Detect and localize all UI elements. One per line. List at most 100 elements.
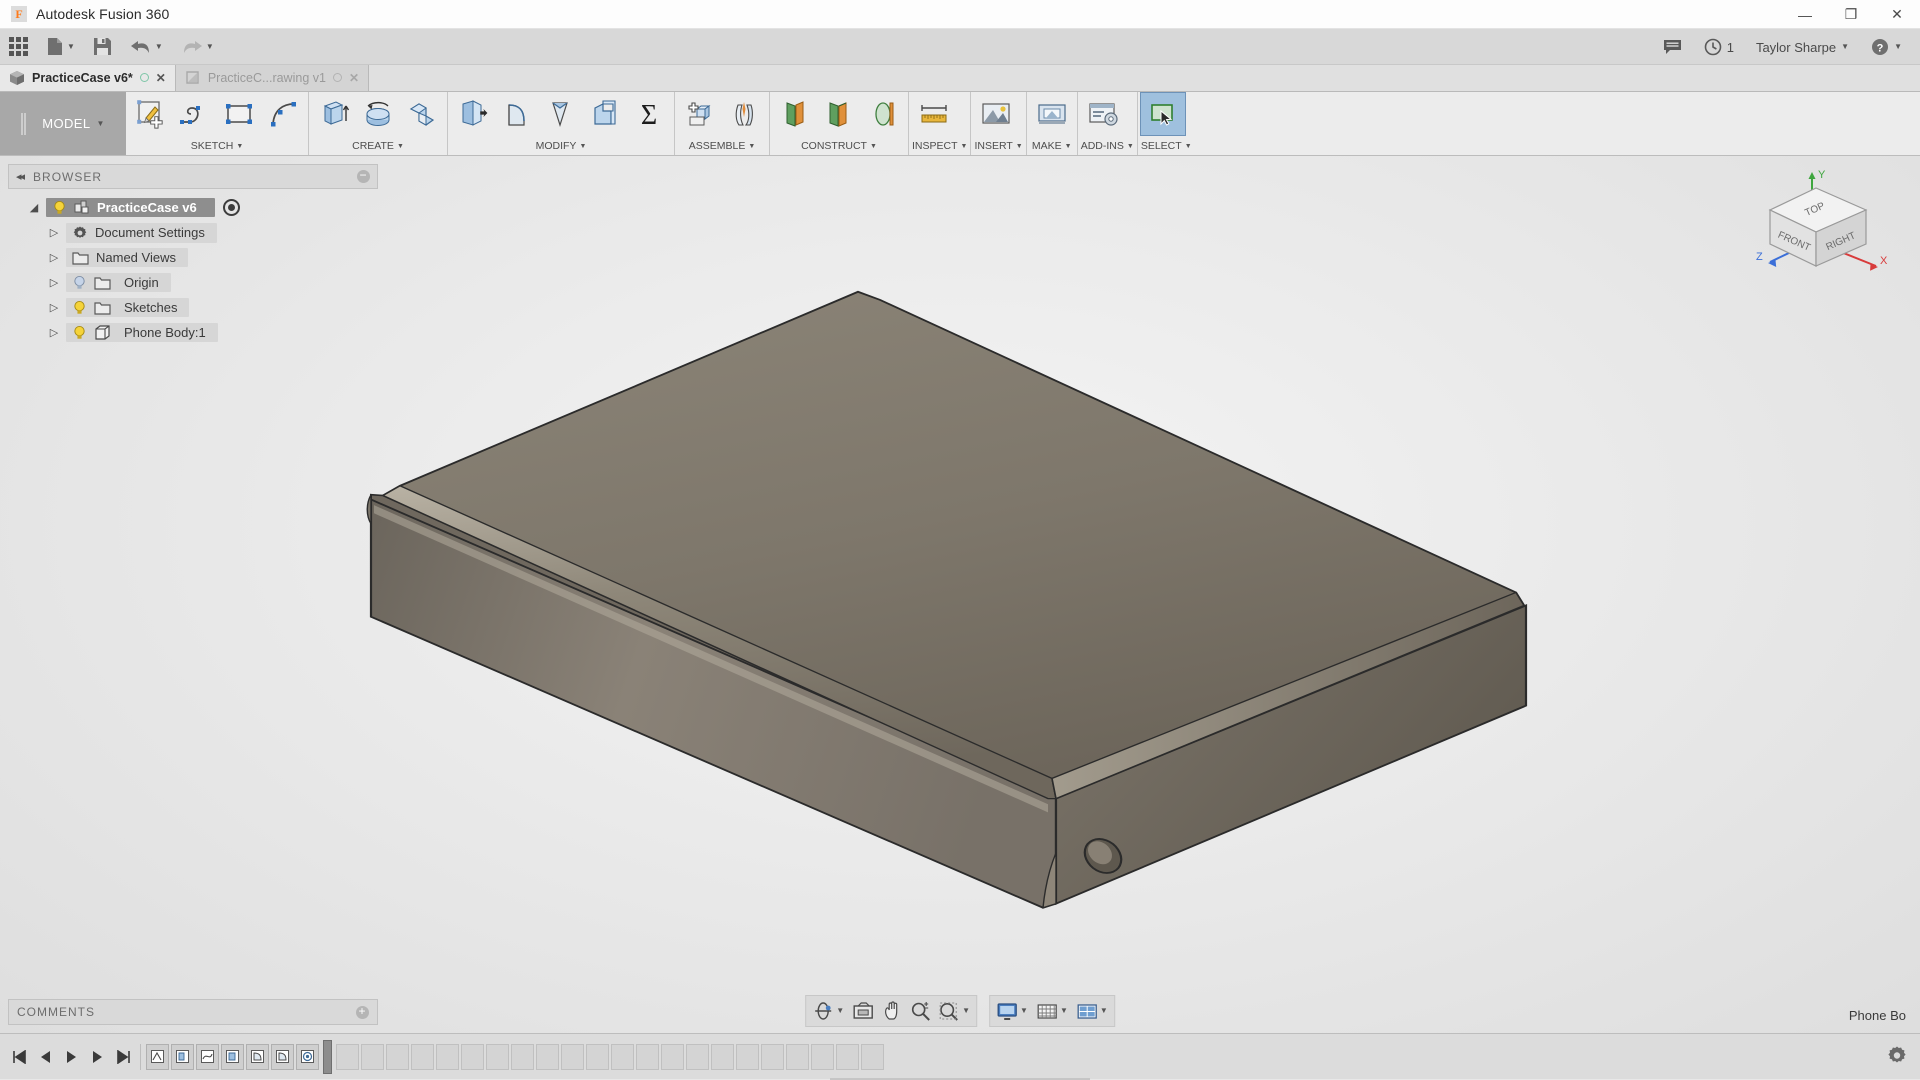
revolve-icon[interactable] xyxy=(356,93,400,135)
shell-icon[interactable] xyxy=(583,93,627,135)
notifications-button[interactable] xyxy=(1653,33,1692,61)
timeline-slot[interactable] xyxy=(761,1043,784,1070)
timeline-settings-button[interactable] xyxy=(1886,1044,1908,1069)
light-bulb-on-icon[interactable] xyxy=(72,300,87,315)
play-icon[interactable] xyxy=(58,1042,84,1072)
timeline-marker[interactable] xyxy=(323,1039,332,1074)
tree-chip[interactable]: Phone Body:1 xyxy=(66,323,218,342)
redo-button[interactable]: ▼ xyxy=(172,29,223,65)
document-tab-model[interactable]: PracticeCase v6* ✕ xyxy=(0,64,176,91)
timeline-feature-extrude-2[interactable] xyxy=(221,1043,244,1070)
ribbon-group-label-create[interactable]: CREATE ▼ xyxy=(312,140,444,155)
ribbon-group-label-assemble[interactable]: ASSEMBLE ▼ xyxy=(678,140,766,155)
arc-icon[interactable] xyxy=(261,93,305,135)
extrude-icon[interactable] xyxy=(312,93,356,135)
timeline-slot[interactable] xyxy=(586,1043,609,1070)
app-grid-button[interactable] xyxy=(0,29,37,65)
tree-chip[interactable]: Origin xyxy=(66,273,171,292)
timeline-feature-shell[interactable] xyxy=(296,1043,319,1070)
close-button[interactable]: ✕ xyxy=(1874,0,1920,29)
view-cube[interactable]: Y Z X TOP FRONT RIGHT xyxy=(1750,166,1890,286)
tree-row-document-settings[interactable]: ▷ Document Settings xyxy=(8,220,378,245)
timeline-slot[interactable] xyxy=(686,1043,709,1070)
insert-mesh-icon[interactable] xyxy=(974,93,1018,135)
user-menu-button[interactable]: Taylor Sharpe ▼ xyxy=(1746,33,1859,61)
timeline-slot[interactable] xyxy=(361,1043,384,1070)
ribbon-group-label-make[interactable]: MAKE ▼ xyxy=(1030,140,1074,155)
timeline-slot[interactable] xyxy=(436,1043,459,1070)
tab-close-icon[interactable]: ✕ xyxy=(156,71,166,85)
timeline-slot[interactable] xyxy=(561,1043,584,1070)
plane-at-angle-icon[interactable] xyxy=(817,93,861,135)
combine-icon[interactable]: Σ xyxy=(627,93,671,135)
timeline-slot[interactable] xyxy=(386,1043,409,1070)
display-settings-button[interactable]: ▼ xyxy=(992,998,1032,1024)
ribbon-group-label-addins[interactable]: ADD-INS ▼ xyxy=(1081,140,1134,155)
step-back-icon[interactable] xyxy=(32,1042,58,1072)
timeline-feature-sketch-2[interactable] xyxy=(196,1043,219,1070)
timeline-slot[interactable] xyxy=(511,1043,534,1070)
component-visibility-toggle[interactable] xyxy=(222,199,240,216)
chamfer-icon[interactable] xyxy=(539,93,583,135)
tree-row-named-views[interactable]: ▷ Named Views xyxy=(8,245,378,270)
timeline-feature-fillet[interactable] xyxy=(246,1043,269,1070)
step-forward-icon[interactable] xyxy=(84,1042,110,1072)
tree-row-phone-body[interactable]: ▷ Phone Body:1 xyxy=(8,320,378,345)
timeline-slot[interactable] xyxy=(786,1043,809,1070)
minimize-button[interactable]: — xyxy=(1782,0,1828,29)
timeline-slot[interactable] xyxy=(611,1043,634,1070)
expand-twisty-icon[interactable]: ▷ xyxy=(42,301,66,314)
joint-icon[interactable] xyxy=(722,93,766,135)
ribbon-group-label-insert[interactable]: INSERT ▼ xyxy=(974,140,1022,155)
tree-chip[interactable]: Named Views xyxy=(66,248,188,267)
light-bulb-off-icon[interactable] xyxy=(72,275,87,290)
expand-twisty-icon[interactable]: ▷ xyxy=(42,276,66,289)
expand-twisty-icon[interactable]: ◢ xyxy=(22,201,46,214)
timeline-slot[interactable] xyxy=(411,1043,434,1070)
timeline-feature-extrude[interactable] xyxy=(171,1043,194,1070)
help-menu-button[interactable]: ? ▼ xyxy=(1861,33,1912,61)
tab-close-icon[interactable]: ✕ xyxy=(349,71,359,85)
ribbon-group-label-inspect[interactable]: INSPECT ▼ xyxy=(912,140,967,155)
expand-twisty-icon[interactable]: ▷ xyxy=(42,326,66,339)
timeline-slot[interactable] xyxy=(736,1043,759,1070)
tree-chip[interactable]: PracticeCase v6 xyxy=(46,198,215,217)
timeline-slot[interactable] xyxy=(336,1043,359,1070)
timeline-slot[interactable] xyxy=(711,1043,734,1070)
maximize-button[interactable]: ❐ xyxy=(1828,0,1874,29)
plus-circle-icon[interactable]: + xyxy=(356,1005,369,1019)
grid-snap-button[interactable]: ▼ xyxy=(1032,998,1072,1024)
select-icon[interactable] xyxy=(1139,92,1186,136)
ribbon-group-label-modify[interactable]: MODIFY ▼ xyxy=(451,140,671,155)
collapse-left-icon[interactable]: ◂◂ xyxy=(16,170,25,183)
3d-print-icon[interactable] xyxy=(1030,93,1074,135)
press-pull-icon[interactable] xyxy=(451,93,495,135)
viewports-button[interactable]: ▼ xyxy=(1072,998,1112,1024)
zoom-button[interactable] xyxy=(906,998,934,1024)
light-bulb-on-icon[interactable] xyxy=(52,200,67,215)
tree-chip[interactable]: Sketches xyxy=(66,298,190,317)
line-icon[interactable] xyxy=(173,93,217,135)
pan-button[interactable] xyxy=(878,998,906,1024)
measure-icon[interactable] xyxy=(912,93,956,135)
timeline-feature-sketch[interactable] xyxy=(146,1043,169,1070)
tree-row-practicecase[interactable]: ◢ PracticeCase v6 xyxy=(8,195,378,220)
timeline-slot[interactable] xyxy=(836,1043,859,1070)
ribbon-group-label-select[interactable]: SELECT ▼ xyxy=(1141,140,1192,155)
tree-row-sketches[interactable]: ▷ Sketches xyxy=(8,295,378,320)
ribbon-group-label-construct[interactable]: CONSTRUCT ▼ xyxy=(773,140,905,155)
timeline-slot[interactable] xyxy=(636,1043,659,1070)
fillet-icon[interactable] xyxy=(495,93,539,135)
tree-chip[interactable]: Document Settings xyxy=(66,222,217,243)
scripts-addins-icon[interactable] xyxy=(1081,93,1125,135)
rectangle-icon[interactable] xyxy=(217,93,261,135)
expand-twisty-icon[interactable]: ▷ xyxy=(42,226,66,239)
expand-twisty-icon[interactable]: ▷ xyxy=(42,251,66,264)
axis-icon[interactable] xyxy=(861,93,905,135)
comments-panel[interactable]: COMMENTS + xyxy=(8,999,378,1025)
timeline-feature-fillet-2[interactable] xyxy=(271,1043,294,1070)
timeline-slot[interactable] xyxy=(861,1043,884,1070)
tree-row-origin[interactable]: ▷ Origin xyxy=(8,270,378,295)
create-sketch-icon[interactable] xyxy=(129,93,173,135)
ribbon-group-label-sketch[interactable]: SKETCH ▼ xyxy=(129,140,305,155)
